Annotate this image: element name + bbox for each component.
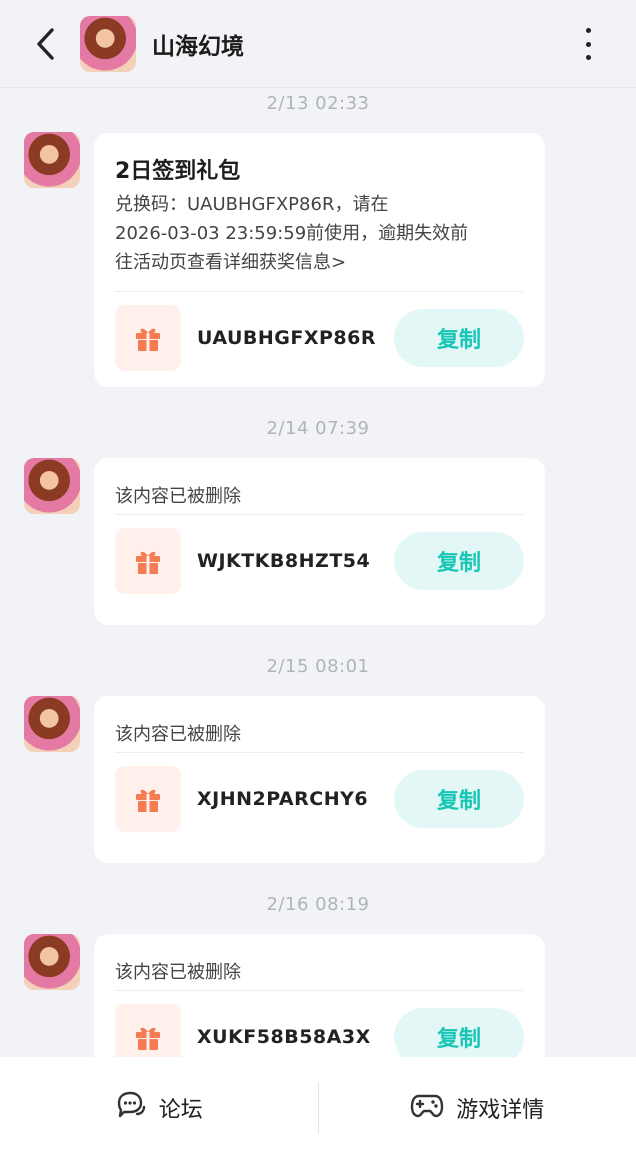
copy-button[interactable]: 复制 [394,309,524,367]
gift-description-line: 兑换码：UAUBHGFXP86R，请在 [115,194,389,215]
code-row: WJKTKB8HZT54 复制 [115,515,524,607]
gift-description-line: 往活动页查看详细获奖信息> [115,252,347,273]
copy-button[interactable]: 复制 [394,770,524,828]
gift-message-card: 该内容已被删除 WJKTKB8HZT54 复制 [94,458,545,625]
forum-tab[interactable]: 论坛 [0,1057,318,1159]
redeem-code: WJKTKB8HZT54 [197,550,371,572]
message-timestamp: 2/13 02:33 [266,93,370,114]
message-timestamp: 2/15 08:01 [266,656,370,677]
code-row: XUKF58B58A3X 复制 [115,991,524,1057]
gift-icon [115,305,181,371]
sender-avatar[interactable] [24,458,80,514]
sender-avatar[interactable] [24,696,80,752]
back-icon[interactable] [28,27,62,61]
game-avatar[interactable] [80,15,136,72]
deleted-notice: 该内容已被删除 [115,724,241,745]
redeem-code: XUKF58B58A3X [197,1026,371,1048]
copy-button[interactable]: 复制 [394,532,524,590]
gift-icon [115,528,181,594]
more-vertical-icon[interactable] [578,28,598,60]
gift-message-card: 该内容已被删除 XJHN2PARCHY6 复制 [94,696,545,863]
code-row: UAUBHGFXP86R 复制 [115,292,524,384]
top-bar: 山海幻境 [0,0,636,88]
sender-avatar[interactable] [24,934,80,990]
gift-message-card: 2日签到礼包 兑换码：UAUBHGFXP86R，请在 2026-03-03 23… [94,133,545,387]
game-details-tab[interactable]: 游戏详情 [319,1057,636,1159]
code-row: XJHN2PARCHY6 复制 [115,753,524,845]
game-details-label: 游戏详情 [456,1098,545,1123]
chat-bubble-icon [115,1090,147,1126]
gift-message-card: 该内容已被删除 XUKF58B58A3X 复制 [94,934,545,1057]
gamepad-icon [410,1091,444,1125]
gift-description-line: 2026-03-03 23:59:59前使用，逾期失效前 [115,223,469,244]
message-list[interactable]: 2/13 02:33 2日签到礼包 兑换码：UAUBHGFXP86R，请在 20… [0,88,636,1057]
deleted-notice: 该内容已被删除 [115,486,241,507]
redeem-code: XJHN2PARCHY6 [197,788,369,810]
forum-label: 论坛 [158,1098,203,1123]
bottom-bar: 论坛 游戏详情 [0,1057,636,1159]
gift-icon [115,766,181,832]
deleted-notice: 该内容已被删除 [115,962,241,983]
redeem-code: UAUBHGFXP86R [197,327,376,349]
copy-button[interactable]: 复制 [394,1008,524,1057]
gift-icon [115,1004,181,1057]
page-title: 山海幻境 [152,33,244,60]
message-timestamp: 2/16 08:19 [266,894,370,915]
gift-title: 2日签到礼包 [115,159,241,184]
sender-avatar[interactable] [24,132,80,188]
message-timestamp: 2/14 07:39 [266,418,370,439]
gift-description[interactable]: 兑换码：UAUBHGFXP86R，请在 2026-03-03 23:59:59前… [115,190,524,277]
